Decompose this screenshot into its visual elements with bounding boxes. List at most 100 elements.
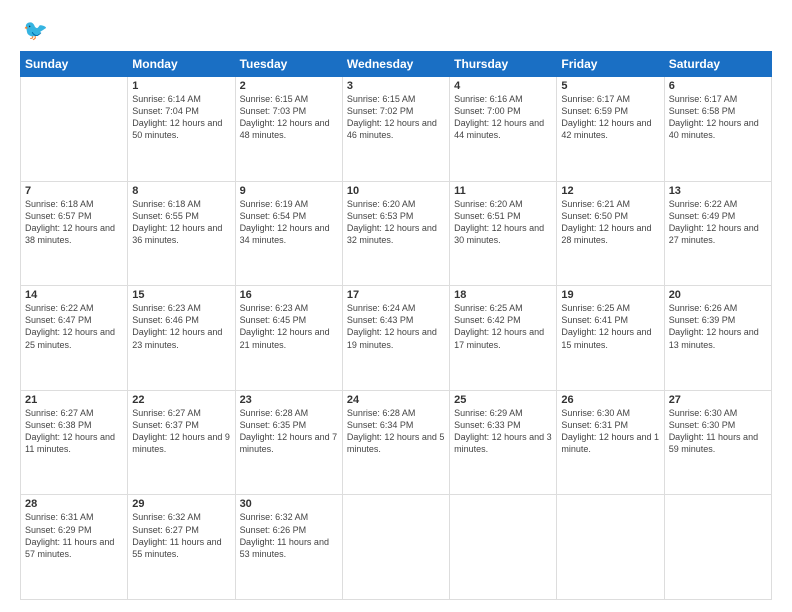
calendar-cell bbox=[21, 77, 128, 182]
day-info: Sunrise: 6:15 AMSunset: 7:03 PMDaylight:… bbox=[240, 94, 330, 140]
day-number: 14 bbox=[25, 289, 123, 301]
calendar-cell: 10 Sunrise: 6:20 AMSunset: 6:53 PMDaylig… bbox=[342, 181, 449, 286]
day-number: 20 bbox=[669, 289, 767, 301]
day-info: Sunrise: 6:29 AMSunset: 6:33 PMDaylight:… bbox=[454, 408, 552, 454]
page: 🐦 SundayMondayTuesdayWednesdayThursdayFr… bbox=[0, 0, 792, 612]
day-number: 1 bbox=[132, 80, 230, 92]
day-number: 10 bbox=[347, 185, 445, 197]
day-number: 29 bbox=[132, 498, 230, 510]
calendar-table: SundayMondayTuesdayWednesdayThursdayFrid… bbox=[20, 51, 772, 600]
day-header-saturday: Saturday bbox=[664, 52, 771, 77]
day-info: Sunrise: 6:16 AMSunset: 7:00 PMDaylight:… bbox=[454, 94, 544, 140]
day-info: Sunrise: 6:32 AMSunset: 6:27 PMDaylight:… bbox=[132, 512, 221, 558]
day-number: 27 bbox=[669, 394, 767, 406]
calendar-week-4: 21 Sunrise: 6:27 AMSunset: 6:38 PMDaylig… bbox=[21, 390, 772, 495]
calendar-cell: 3 Sunrise: 6:15 AMSunset: 7:02 PMDayligh… bbox=[342, 77, 449, 182]
day-header-sunday: Sunday bbox=[21, 52, 128, 77]
calendar-cell: 7 Sunrise: 6:18 AMSunset: 6:57 PMDayligh… bbox=[21, 181, 128, 286]
day-number: 26 bbox=[561, 394, 659, 406]
calendar-cell bbox=[664, 495, 771, 600]
header: 🐦 bbox=[20, 18, 772, 43]
calendar-cell: 21 Sunrise: 6:27 AMSunset: 6:38 PMDaylig… bbox=[21, 390, 128, 495]
day-number: 7 bbox=[25, 185, 123, 197]
day-info: Sunrise: 6:30 AMSunset: 6:30 PMDaylight:… bbox=[669, 408, 758, 454]
day-info: Sunrise: 6:25 AMSunset: 6:42 PMDaylight:… bbox=[454, 303, 544, 349]
day-info: Sunrise: 6:20 AMSunset: 6:53 PMDaylight:… bbox=[347, 199, 437, 245]
calendar-cell: 22 Sunrise: 6:27 AMSunset: 6:37 PMDaylig… bbox=[128, 390, 235, 495]
calendar-cell bbox=[450, 495, 557, 600]
day-number: 13 bbox=[669, 185, 767, 197]
day-number: 16 bbox=[240, 289, 338, 301]
day-number: 19 bbox=[561, 289, 659, 301]
day-header-monday: Monday bbox=[128, 52, 235, 77]
day-number: 6 bbox=[669, 80, 767, 92]
day-number: 3 bbox=[347, 80, 445, 92]
day-number: 8 bbox=[132, 185, 230, 197]
day-info: Sunrise: 6:22 AMSunset: 6:47 PMDaylight:… bbox=[25, 303, 115, 349]
day-info: Sunrise: 6:23 AMSunset: 6:46 PMDaylight:… bbox=[132, 303, 222, 349]
day-number: 22 bbox=[132, 394, 230, 406]
day-header-wednesday: Wednesday bbox=[342, 52, 449, 77]
day-info: Sunrise: 6:26 AMSunset: 6:39 PMDaylight:… bbox=[669, 303, 759, 349]
calendar-cell: 5 Sunrise: 6:17 AMSunset: 6:59 PMDayligh… bbox=[557, 77, 664, 182]
day-number: 28 bbox=[25, 498, 123, 510]
calendar-cell: 25 Sunrise: 6:29 AMSunset: 6:33 PMDaylig… bbox=[450, 390, 557, 495]
day-info: Sunrise: 6:17 AMSunset: 6:59 PMDaylight:… bbox=[561, 94, 651, 140]
logo: 🐦 bbox=[20, 18, 48, 43]
calendar-cell: 1 Sunrise: 6:14 AMSunset: 7:04 PMDayligh… bbox=[128, 77, 235, 182]
calendar-cell: 16 Sunrise: 6:23 AMSunset: 6:45 PMDaylig… bbox=[235, 286, 342, 391]
day-info: Sunrise: 6:28 AMSunset: 6:34 PMDaylight:… bbox=[347, 408, 445, 454]
day-number: 4 bbox=[454, 80, 552, 92]
day-info: Sunrise: 6:15 AMSunset: 7:02 PMDaylight:… bbox=[347, 94, 437, 140]
day-number: 15 bbox=[132, 289, 230, 301]
calendar-cell: 13 Sunrise: 6:22 AMSunset: 6:49 PMDaylig… bbox=[664, 181, 771, 286]
calendar-cell: 17 Sunrise: 6:24 AMSunset: 6:43 PMDaylig… bbox=[342, 286, 449, 391]
calendar-cell: 28 Sunrise: 6:31 AMSunset: 6:29 PMDaylig… bbox=[21, 495, 128, 600]
day-number: 2 bbox=[240, 80, 338, 92]
day-info: Sunrise: 6:14 AMSunset: 7:04 PMDaylight:… bbox=[132, 94, 222, 140]
day-info: Sunrise: 6:18 AMSunset: 6:55 PMDaylight:… bbox=[132, 199, 222, 245]
day-info: Sunrise: 6:27 AMSunset: 6:38 PMDaylight:… bbox=[25, 408, 115, 454]
day-number: 30 bbox=[240, 498, 338, 510]
calendar-cell: 20 Sunrise: 6:26 AMSunset: 6:39 PMDaylig… bbox=[664, 286, 771, 391]
calendar-cell: 24 Sunrise: 6:28 AMSunset: 6:34 PMDaylig… bbox=[342, 390, 449, 495]
day-info: Sunrise: 6:32 AMSunset: 6:26 PMDaylight:… bbox=[240, 512, 329, 558]
day-header-tuesday: Tuesday bbox=[235, 52, 342, 77]
day-info: Sunrise: 6:30 AMSunset: 6:31 PMDaylight:… bbox=[561, 408, 659, 454]
calendar-cell: 15 Sunrise: 6:23 AMSunset: 6:46 PMDaylig… bbox=[128, 286, 235, 391]
day-number: 18 bbox=[454, 289, 552, 301]
calendar-cell bbox=[557, 495, 664, 600]
day-number: 11 bbox=[454, 185, 552, 197]
day-number: 21 bbox=[25, 394, 123, 406]
calendar-cell: 4 Sunrise: 6:16 AMSunset: 7:00 PMDayligh… bbox=[450, 77, 557, 182]
day-info: Sunrise: 6:22 AMSunset: 6:49 PMDaylight:… bbox=[669, 199, 759, 245]
calendar-week-5: 28 Sunrise: 6:31 AMSunset: 6:29 PMDaylig… bbox=[21, 495, 772, 600]
day-header-friday: Friday bbox=[557, 52, 664, 77]
day-header-thursday: Thursday bbox=[450, 52, 557, 77]
calendar-week-1: 1 Sunrise: 6:14 AMSunset: 7:04 PMDayligh… bbox=[21, 77, 772, 182]
calendar-cell: 23 Sunrise: 6:28 AMSunset: 6:35 PMDaylig… bbox=[235, 390, 342, 495]
day-number: 5 bbox=[561, 80, 659, 92]
day-number: 12 bbox=[561, 185, 659, 197]
calendar-cell: 12 Sunrise: 6:21 AMSunset: 6:50 PMDaylig… bbox=[557, 181, 664, 286]
day-info: Sunrise: 6:19 AMSunset: 6:54 PMDaylight:… bbox=[240, 199, 330, 245]
day-info: Sunrise: 6:28 AMSunset: 6:35 PMDaylight:… bbox=[240, 408, 338, 454]
calendar-cell: 29 Sunrise: 6:32 AMSunset: 6:27 PMDaylig… bbox=[128, 495, 235, 600]
day-info: Sunrise: 6:18 AMSunset: 6:57 PMDaylight:… bbox=[25, 199, 115, 245]
calendar-cell: 2 Sunrise: 6:15 AMSunset: 7:03 PMDayligh… bbox=[235, 77, 342, 182]
day-number: 25 bbox=[454, 394, 552, 406]
calendar-header-row: SundayMondayTuesdayWednesdayThursdayFrid… bbox=[21, 52, 772, 77]
calendar-week-2: 7 Sunrise: 6:18 AMSunset: 6:57 PMDayligh… bbox=[21, 181, 772, 286]
calendar-cell: 6 Sunrise: 6:17 AMSunset: 6:58 PMDayligh… bbox=[664, 77, 771, 182]
day-info: Sunrise: 6:17 AMSunset: 6:58 PMDaylight:… bbox=[669, 94, 759, 140]
calendar-cell: 18 Sunrise: 6:25 AMSunset: 6:42 PMDaylig… bbox=[450, 286, 557, 391]
calendar-cell: 14 Sunrise: 6:22 AMSunset: 6:47 PMDaylig… bbox=[21, 286, 128, 391]
day-info: Sunrise: 6:23 AMSunset: 6:45 PMDaylight:… bbox=[240, 303, 330, 349]
calendar-week-3: 14 Sunrise: 6:22 AMSunset: 6:47 PMDaylig… bbox=[21, 286, 772, 391]
day-info: Sunrise: 6:24 AMSunset: 6:43 PMDaylight:… bbox=[347, 303, 437, 349]
calendar-cell: 27 Sunrise: 6:30 AMSunset: 6:30 PMDaylig… bbox=[664, 390, 771, 495]
calendar-cell: 8 Sunrise: 6:18 AMSunset: 6:55 PMDayligh… bbox=[128, 181, 235, 286]
calendar-cell: 30 Sunrise: 6:32 AMSunset: 6:26 PMDaylig… bbox=[235, 495, 342, 600]
day-info: Sunrise: 6:27 AMSunset: 6:37 PMDaylight:… bbox=[132, 408, 230, 454]
calendar-cell: 11 Sunrise: 6:20 AMSunset: 6:51 PMDaylig… bbox=[450, 181, 557, 286]
